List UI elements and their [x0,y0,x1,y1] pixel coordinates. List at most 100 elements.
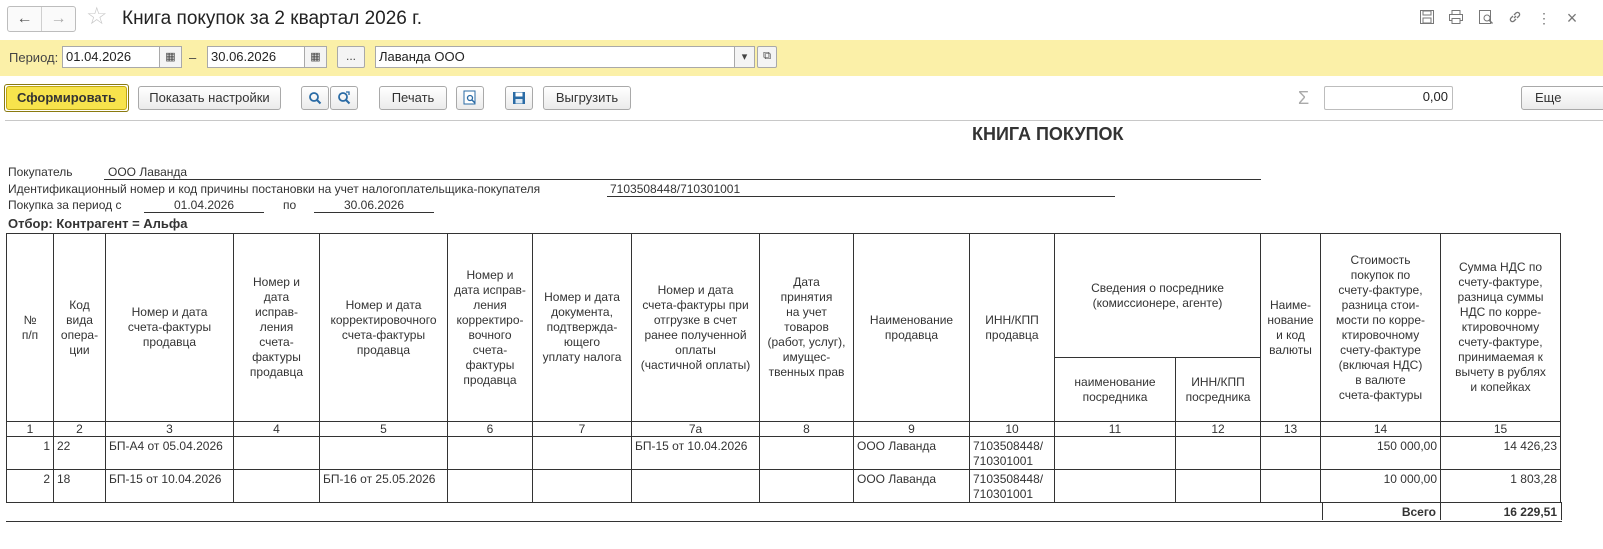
period-from-underline [144,212,264,213]
period-to-underline [314,212,434,213]
navigation-buttons: ← → [7,6,76,32]
report-title: КНИГА ПОКУПОК [972,124,1124,144]
calendar-icon[interactable]: ▦ [305,46,327,68]
period-label: Период: [9,50,59,65]
cell-currency [1260,469,1321,503]
cell-vat: 14 426,23 [1440,436,1561,470]
favorite-star-icon[interactable]: ☆ [86,4,108,30]
column-number: 15 [1440,421,1561,437]
cell-number: 1 [6,436,54,470]
column-number: 10 [969,421,1055,437]
column-number: 13 [1260,421,1321,437]
organization-field[interactable]: Лаванда ООО [375,46,735,68]
save-icon[interactable] [505,86,533,110]
export-button[interactable]: Выгрузить [543,86,631,110]
column-number: 7а [631,421,760,437]
column-number: 12 [1175,421,1261,437]
column-number: 8 [759,421,854,437]
date-from-field[interactable]: 01.04.2026 [62,46,160,68]
header-advance-invoice: Номер и дата счета-фактуры при отгрузке … [631,233,760,422]
link-icon[interactable] [1506,9,1524,27]
column-number: 7 [532,421,632,437]
header-payment-doc: Номер и дата документа, подтвержда- ющег… [532,233,632,422]
show-settings-button[interactable]: Показать настройки [138,86,281,110]
cell-corrective-invoice: БП-16 от 25.05.2026 [319,469,448,503]
column-number: 3 [105,421,234,437]
cell-accept-date [759,436,854,470]
table-row: 2 18 БП-15 от 10.04.2026 БП-16 от 25.05.… [6,469,1561,503]
header-agent-info: Сведения о посреднике (комиссионере, аге… [1054,233,1261,358]
cell-corrective-fix [447,436,533,470]
cell-operation-code: 22 [53,436,106,470]
cell-operation-code: 18 [53,469,106,503]
close-icon[interactable]: × [1563,9,1581,27]
column-number: 6 [447,421,533,437]
period-to-label: по [283,198,297,212]
cell-cost: 150 000,00 [1320,436,1441,470]
generate-button[interactable]: Сформировать [6,86,127,110]
header-invoice: Номер и дата счета-фактуры продавца [105,233,234,422]
cell-agent-inn [1175,469,1261,503]
print-icon[interactable] [1447,9,1465,27]
header-corrective-invoice: Номер и дата корректировочного счета-фак… [319,233,448,422]
cell-agent-name [1054,436,1176,470]
purchase-book-table: № п/п Код вида опера- ции Номер и дата с… [6,233,1561,503]
header-seller-inn: ИНН/КПП продавца [969,233,1055,422]
header-operation-code: Код вида опера- ции [53,233,106,422]
cell-invoice: БП-15 от 10.04.2026 [105,469,234,503]
header-seller-name: Наименование продавца [853,233,970,422]
cell-vat: 1 803,28 [1440,469,1561,503]
window-title: Книга покупок за 2 квартал 2026 г. [122,8,423,29]
column-number: 5 [319,421,448,437]
column-number: 11 [1054,421,1176,437]
total-label: Всего [1401,505,1436,519]
cell-corrective-fix [447,469,533,503]
header-corrective-fix: Номер и дата исправ- ления корректиро- в… [447,233,533,422]
period-from-value: 01.04.2026 [173,198,235,212]
search-icon[interactable] [301,86,329,110]
cell-seller-inn: 7103508448/ 710301001 [969,469,1055,503]
cell-seller-name: ООО Лаванда [853,469,970,503]
cell-payment-doc [532,436,632,470]
header-currency: Наиме- нование и код валюты [1260,233,1321,422]
column-number: 9 [853,421,970,437]
sum-field[interactable]: 0,00 [1324,86,1453,110]
open-icon[interactable]: ⧉ [757,46,777,68]
inn-label: Идентификационный номер и код причины по… [8,182,541,196]
header-agent-inn: ИНН/КПП посредника [1175,357,1261,422]
print-button[interactable]: Печать [379,86,447,110]
print-preview-icon[interactable] [456,86,484,110]
header-vat: Сумма НДС по счету-фактуре, разница сумм… [1440,233,1561,422]
more-button[interactable]: Еще [1521,86,1603,110]
sum-icon: Σ [1298,88,1310,108]
search-next-icon[interactable] [330,86,358,110]
inn-value: 7103508448/710301001 [610,182,741,196]
header-accept-date: Дата принятия на учет товаров (работ, ус… [759,233,854,422]
select-period-button[interactable]: ... [337,46,365,68]
chevron-down-icon[interactable]: ▾ [735,46,755,68]
cell-advance-invoice [631,469,760,503]
cell-seller-name: ООО Лаванда [853,436,970,470]
forward-icon[interactable]: → [41,7,75,31]
cell-invoice-fix [233,469,320,503]
cell-payment-doc [532,469,632,503]
cell-cost: 10 000,00 [1320,469,1441,503]
cell-seller-inn: 7103508448/ 710301001 [969,436,1055,470]
cell-accept-date [759,469,854,503]
date-to-field[interactable]: 30.06.2026 [207,46,305,68]
save-icon[interactable] [1418,9,1436,27]
header-agent-name: наименование посредника [1054,357,1176,422]
back-icon[interactable]: ← [8,7,41,31]
inn-underline [607,196,1115,197]
preview-icon[interactable] [1477,9,1495,27]
cell-currency [1260,436,1321,470]
more-menu-icon[interactable]: ⋮ [1535,9,1553,27]
cell-agent-name [1054,469,1176,503]
cell-invoice-fix [233,436,320,470]
period-from-label: Покупка за период с [8,198,122,212]
header-row-number: № п/п [6,233,54,422]
calendar-icon[interactable]: ▦ [160,46,182,68]
header-cost: Стоимость покупок по счету-фактуре, разн… [1320,233,1441,422]
column-number: 1 [6,421,54,437]
period-to-value: 30.06.2026 [343,198,405,212]
